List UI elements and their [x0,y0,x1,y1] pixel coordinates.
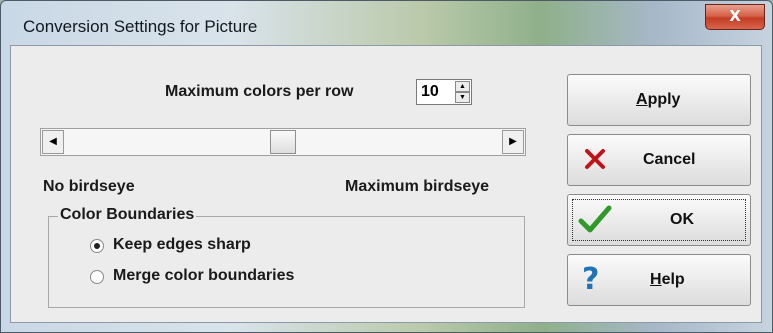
ok-button-label: OK [670,211,694,228]
birdseye-scrollbar[interactable]: ◀ ▶ [40,128,526,156]
spin-down-button[interactable]: ▼ [455,92,470,103]
merge-color-boundaries-radio[interactable] [90,270,104,284]
color-boundaries-legend: Color Boundaries [58,206,197,224]
no-birdseye-label: No birdseye [43,178,135,195]
merge-color-boundaries-label[interactable]: Merge color boundaries [113,267,294,285]
scroll-left-arrow-icon[interactable]: ◀ [42,130,64,154]
apply-button[interactable]: Apply [567,74,751,126]
radio-selected-dot [94,243,100,249]
ok-button[interactable]: OK [567,194,751,246]
keep-edges-sharp-label[interactable]: Keep edges sharp [113,236,251,254]
close-button[interactable]: X [705,4,765,30]
help-button-label: Help [650,271,685,288]
keep-edges-sharp-radio[interactable] [90,239,104,253]
dialog-window: Conversion Settings for Picture X Maximu… [0,0,773,333]
cancel-button[interactable]: Cancel [567,134,751,186]
dialog-client-area: Maximum colors per row 10 ▲ ▼ ◀ ▶ No bir… [10,45,762,323]
color-boundaries-group: Color Boundaries Keep edges sharp Merge … [48,206,525,308]
max-colors-value[interactable]: 10 [421,83,439,101]
scroll-right-arrow-icon[interactable]: ▶ [502,130,524,154]
max-colors-spinbox[interactable]: 10 ▲ ▼ [416,79,472,105]
help-button[interactable]: ? Help [567,254,751,306]
cancel-button-label: Cancel [643,151,696,168]
scrollbar-thumb[interactable] [270,130,296,154]
maximum-birdseye-label: Maximum birdseye [345,178,490,195]
green-checkmark-icon [578,204,612,239]
window-title: Conversion Settings for Picture [23,17,258,36]
spinner-arrows: ▲ ▼ [455,81,470,103]
title-bar[interactable]: Conversion Settings for Picture X [1,1,772,45]
red-x-icon [584,147,606,176]
max-colors-label: Maximum colors per row [165,83,354,100]
spin-up-button[interactable]: ▲ [455,81,470,92]
question-mark-icon: ? [582,262,600,297]
apply-button-label: Apply [636,91,681,108]
